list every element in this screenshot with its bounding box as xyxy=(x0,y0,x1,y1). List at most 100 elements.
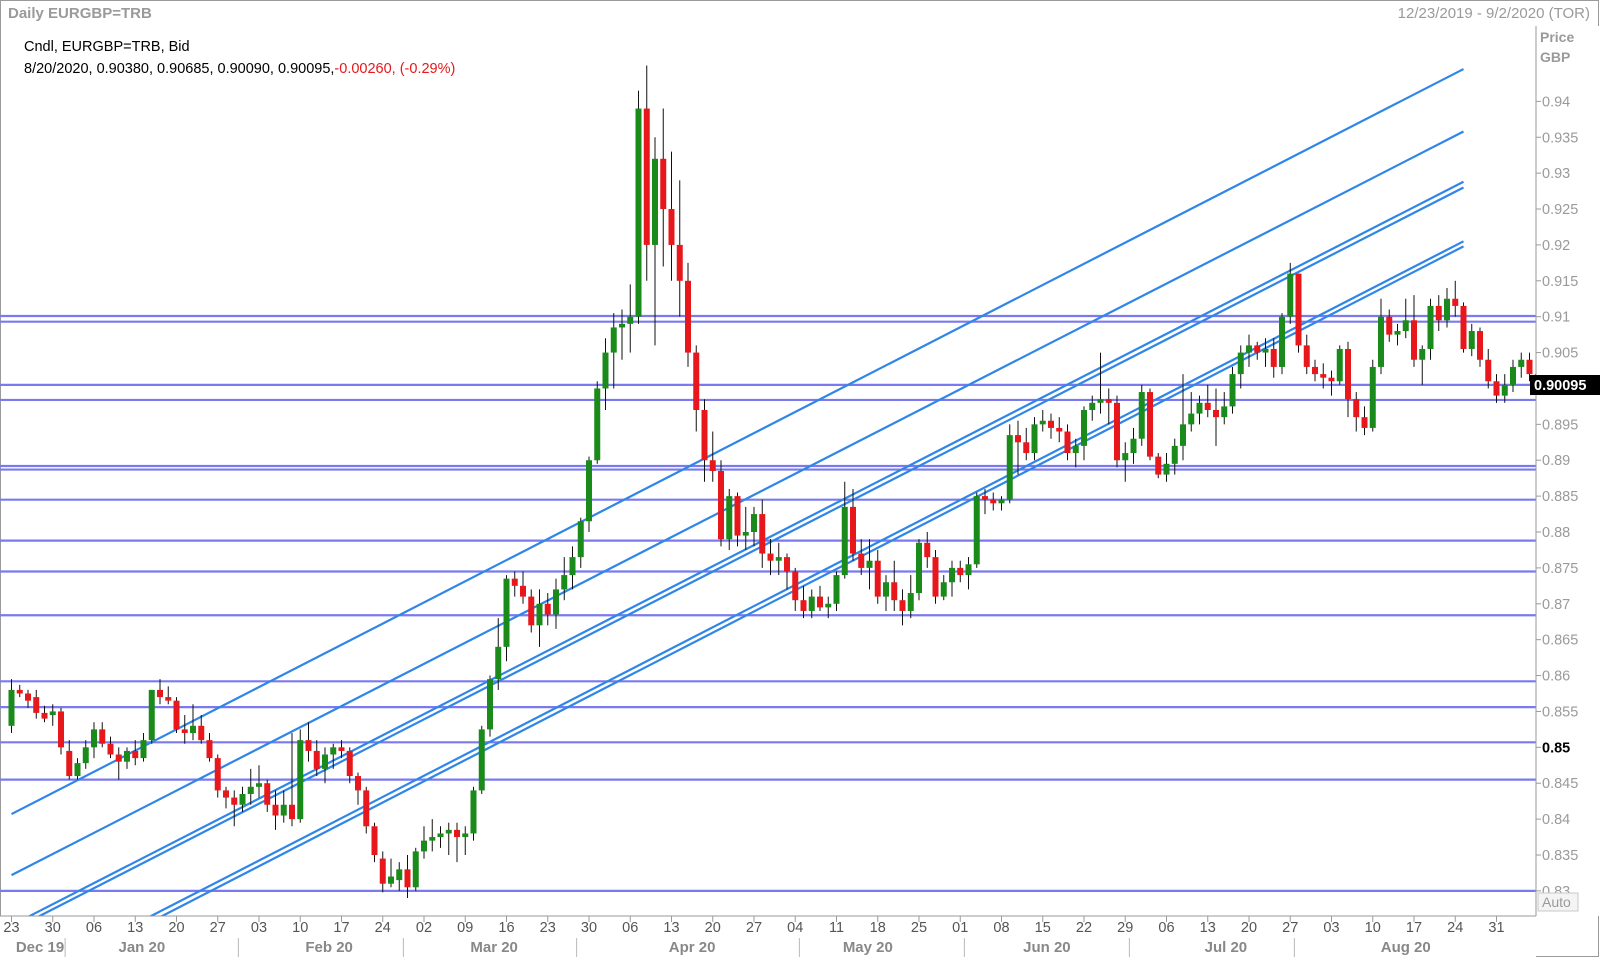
candlestick-chart[interactable]: 0.830.8350.840.8450.850.8550.860.8650.87… xyxy=(0,0,1600,958)
candle-111[interactable] xyxy=(924,532,931,568)
candle-132[interactable] xyxy=(1097,352,1104,414)
candle-149[interactable] xyxy=(1237,345,1244,389)
candle-81[interactable] xyxy=(676,180,683,317)
candle-14[interactable] xyxy=(124,747,130,769)
candle-80[interactable] xyxy=(668,151,675,281)
candle-52[interactable] xyxy=(437,826,444,848)
candle-129[interactable] xyxy=(1072,438,1079,468)
candle-63[interactable] xyxy=(528,589,535,633)
candle-137[interactable] xyxy=(1138,384,1145,446)
candle-56[interactable] xyxy=(470,786,477,841)
candle-11[interactable] xyxy=(99,722,106,748)
candle-120[interactable] xyxy=(998,496,1005,511)
candle-65[interactable] xyxy=(544,593,551,626)
candle-139[interactable] xyxy=(1155,453,1162,479)
candle-138[interactable] xyxy=(1147,388,1153,461)
candle-179[interactable] xyxy=(1485,348,1492,389)
candle-82[interactable] xyxy=(685,262,691,367)
candle-60[interactable] xyxy=(503,575,510,662)
candle-147[interactable] xyxy=(1221,392,1228,425)
candle-150[interactable] xyxy=(1246,334,1252,367)
candle-163[interactable] xyxy=(1353,392,1360,432)
candle-43[interactable] xyxy=(363,786,370,834)
candle-156[interactable] xyxy=(1295,273,1302,353)
candle-83[interactable] xyxy=(693,345,700,432)
candle-128[interactable] xyxy=(1064,424,1071,461)
candle-21[interactable] xyxy=(181,715,188,744)
candle-76[interactable] xyxy=(635,90,642,324)
candle-89[interactable] xyxy=(742,506,749,550)
candle-85[interactable] xyxy=(709,431,716,482)
candle-62[interactable] xyxy=(520,571,526,604)
candle-44[interactable] xyxy=(371,822,378,863)
candle-49[interactable] xyxy=(412,847,419,891)
candle-165[interactable] xyxy=(1369,359,1376,432)
candle-77[interactable] xyxy=(643,65,650,281)
candle-71[interactable] xyxy=(594,381,601,464)
candle-117[interactable] xyxy=(973,492,980,568)
candle-61[interactable] xyxy=(511,571,518,597)
candle-50[interactable] xyxy=(421,826,427,859)
candle-106[interactable] xyxy=(883,575,889,611)
candle-25[interactable] xyxy=(214,754,221,798)
candle-116[interactable] xyxy=(965,557,972,590)
candle-1[interactable] xyxy=(16,684,23,698)
candle-133[interactable] xyxy=(1105,388,1112,425)
auto-scale-button[interactable]: Auto xyxy=(1537,892,1579,912)
candle-36[interactable] xyxy=(305,722,312,762)
candle-42[interactable] xyxy=(355,772,361,805)
candle-115[interactable] xyxy=(957,560,964,583)
candle-29[interactable] xyxy=(247,768,254,805)
candle-105[interactable] xyxy=(874,549,881,604)
candle-113[interactable] xyxy=(940,575,947,601)
candle-134[interactable] xyxy=(1114,395,1120,468)
candle-23[interactable] xyxy=(198,715,205,744)
candle-57[interactable] xyxy=(478,725,485,794)
candle-46[interactable] xyxy=(388,858,394,888)
candle-183[interactable] xyxy=(1518,352,1525,378)
candles[interactable] xyxy=(8,65,1600,899)
candle-91[interactable] xyxy=(759,499,766,568)
candle-140[interactable] xyxy=(1163,453,1170,482)
candle-58[interactable] xyxy=(487,675,493,737)
candle-109[interactable] xyxy=(907,575,914,619)
candle-6[interactable] xyxy=(58,707,64,755)
candle-146[interactable] xyxy=(1213,388,1219,446)
candle-2[interactable] xyxy=(25,689,31,708)
candle-54[interactable] xyxy=(454,822,460,863)
candle-171[interactable] xyxy=(1419,345,1426,385)
candle-173[interactable] xyxy=(1435,295,1442,332)
candle-135[interactable] xyxy=(1122,442,1129,482)
candle-8[interactable] xyxy=(74,758,81,780)
candle-73[interactable] xyxy=(610,313,617,389)
candle-92[interactable] xyxy=(767,539,774,576)
candle-119[interactable] xyxy=(990,492,997,511)
candle-127[interactable] xyxy=(1056,417,1063,443)
candle-126[interactable] xyxy=(1048,413,1054,439)
candle-26[interactable] xyxy=(223,786,229,809)
candle-172[interactable] xyxy=(1427,298,1434,360)
candle-16[interactable] xyxy=(140,732,147,762)
candle-20[interactable] xyxy=(173,697,180,733)
candle-59[interactable] xyxy=(495,618,502,690)
candle-12[interactable] xyxy=(107,736,114,759)
candle-10[interactable] xyxy=(91,722,97,759)
candle-112[interactable] xyxy=(932,549,939,604)
candle-75[interactable] xyxy=(627,284,634,353)
candle-143[interactable] xyxy=(1188,392,1195,432)
candle-108[interactable] xyxy=(899,589,906,626)
candle-98[interactable] xyxy=(817,585,823,611)
candle-154[interactable] xyxy=(1279,313,1285,375)
candle-182[interactable] xyxy=(1510,359,1516,393)
candle-101[interactable] xyxy=(841,481,848,579)
candle-51[interactable] xyxy=(429,819,436,852)
candle-162[interactable] xyxy=(1345,341,1351,418)
auto-button-label[interactable]: Auto xyxy=(1542,894,1571,910)
candle-13[interactable] xyxy=(115,747,122,780)
candle-33[interactable] xyxy=(280,790,287,823)
candle-158[interactable] xyxy=(1312,359,1318,382)
candle-30[interactable] xyxy=(256,765,262,798)
candle-45[interactable] xyxy=(379,851,386,893)
candle-177[interactable] xyxy=(1468,323,1475,357)
candle-124[interactable] xyxy=(1031,417,1038,461)
